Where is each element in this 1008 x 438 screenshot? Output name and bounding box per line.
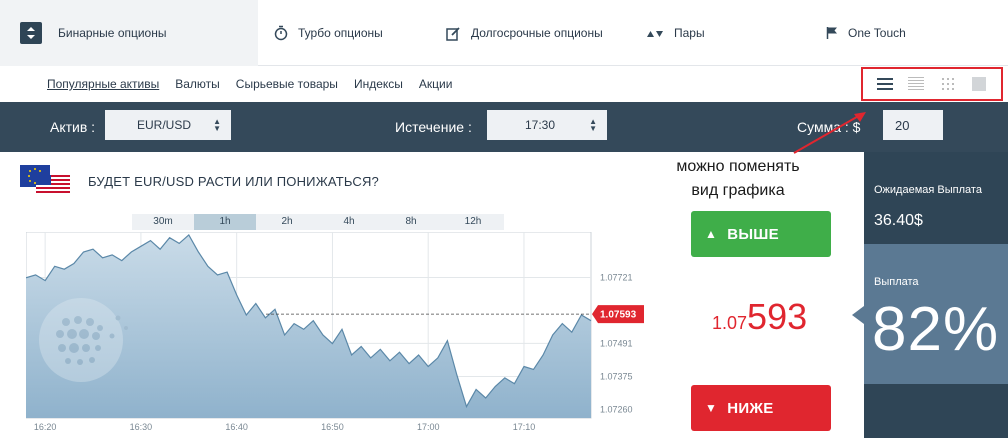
current-price-tag: 1.07593 <box>592 305 644 324</box>
x-tick-label: 16:50 <box>321 422 344 432</box>
payout-value: 82% <box>872 295 1000 364</box>
asset-select-value: EUR/USD <box>137 118 192 132</box>
annotation-line-1: можно поменять <box>676 158 800 175</box>
stopwatch-icon <box>274 25 288 41</box>
expected-payout-panel: Ожидаемая Выплата 36.40$ <box>864 152 1008 244</box>
expiry-label: Истечение : <box>395 119 472 135</box>
subnav-commodities[interactable]: Сырьевые товары <box>236 77 338 91</box>
top-nav: Бинарные опционы Турбо опционы Долгосроч… <box>0 0 1008 66</box>
triangle-down-icon: ▼ <box>705 401 718 415</box>
price-chart: 1.07260 1.07375 1.07491 1.07721 16:20 16:30 1… <box>26 232 644 432</box>
tab-label: Бинарные опционы <box>58 26 167 40</box>
triangle-up-down-icon <box>646 28 664 38</box>
payout-panel-footer <box>864 384 1008 438</box>
chart-view-switcher <box>861 67 1003 101</box>
x-tick-label: 16:30 <box>130 422 153 432</box>
flag-icon <box>826 26 838 40</box>
up-down-arrows-icon <box>20 22 42 44</box>
view-list-icon[interactable] <box>876 76 893 92</box>
current-price-tag-text: 1.07593 <box>600 310 637 321</box>
current-price-display: 1.07593 <box>712 296 807 338</box>
expected-payout-label: Ожидаемая Выплата <box>874 184 982 196</box>
tab-long-term-options[interactable]: Долгосрочные опционы <box>446 0 630 66</box>
timeframe-tabs: 30m 1h 2h 4h 8h 12h <box>132 214 504 230</box>
subnav-indices[interactable]: Индексы <box>354 77 403 91</box>
amount-input-value: 20 <box>895 117 910 133</box>
put-button-label: НИЖЕ <box>727 399 774 417</box>
amount-input[interactable]: 20 <box>883 110 943 140</box>
asset-label: Актив : <box>50 119 96 135</box>
tab-turbo-options[interactable]: Турбо опционы <box>258 0 446 66</box>
y-tick-label: 1.07721 <box>600 272 633 282</box>
asset-select[interactable]: EUR/USD ▲ ▼ <box>105 110 231 140</box>
subnav-popular-assets[interactable]: Популярные активы <box>47 77 159 91</box>
annotation-note: можно поменять вид графика <box>648 155 828 203</box>
triangle-up-icon: ▲ <box>705 227 718 241</box>
asset-category-nav: Популярные активы Валюты Сырьевые товары… <box>0 66 1008 102</box>
timeframe-8h[interactable]: 8h <box>380 214 442 230</box>
call-button[interactable]: ▲ ВЫШЕ <box>691 211 831 257</box>
subnav-stocks[interactable]: Акции <box>419 77 453 91</box>
x-tick-label: 17:10 <box>513 422 536 432</box>
expected-payout-value: 36.40$ <box>874 212 923 229</box>
payout-notch <box>852 306 864 324</box>
annotation-arrow-icon <box>793 112 866 154</box>
stepper-arrows-icon: ▲ ▼ <box>589 117 597 133</box>
eu-us-flag-icon <box>20 165 70 195</box>
call-button-label: ВЫШЕ <box>727 225 779 243</box>
tab-binary-options[interactable]: Бинарные опционы <box>0 0 258 66</box>
price-main: 593 <box>747 296 808 337</box>
timeframe-1h[interactable]: 1h <box>194 214 256 230</box>
payout-label: Выплата <box>874 276 919 288</box>
timeframe-2h[interactable]: 2h <box>256 214 318 230</box>
tab-one-touch[interactable]: One Touch <box>826 0 1008 66</box>
view-grid-icon[interactable] <box>940 76 956 92</box>
annotation-line-2: вид графика <box>691 182 785 199</box>
timeframe-4h[interactable]: 4h <box>318 214 380 230</box>
x-tick-label: 17:00 <box>417 422 440 432</box>
subnav-currencies[interactable]: Валюты <box>175 77 220 91</box>
tab-pairs[interactable]: Пары <box>630 0 826 66</box>
x-tick-label: 16:20 <box>34 422 57 432</box>
timeframe-30m[interactable]: 30m <box>132 214 194 230</box>
view-single-icon[interactable] <box>971 76 987 92</box>
tab-label: One Touch <box>848 26 906 40</box>
view-compact-list-icon[interactable] <box>908 76 925 92</box>
expiry-select-value: 17:30 <box>525 118 556 132</box>
y-tick-label: 1.07260 <box>600 404 633 414</box>
expiry-select[interactable]: 17:30 ▲ ▼ <box>487 110 607 140</box>
put-button[interactable]: ▼ НИЖЕ <box>691 385 831 431</box>
payout-panel: Выплата 82% <box>864 244 1008 384</box>
y-tick-label: 1.07491 <box>600 338 633 348</box>
tab-label: Пары <box>674 26 705 40</box>
price-prefix: 1.07 <box>712 313 748 333</box>
timeframe-12h[interactable]: 12h <box>442 214 504 230</box>
x-tick-label: 16:40 <box>225 422 248 432</box>
trade-question: БУДЕТ EUR/USD РАСТИ ИЛИ ПОНИЖАТЬСЯ? <box>88 174 379 189</box>
y-tick-label: 1.07375 <box>600 372 633 382</box>
edit-icon <box>446 26 461 41</box>
tab-label: Турбо опционы <box>298 26 383 40</box>
stepper-arrows-icon: ▲ ▼ <box>213 117 221 133</box>
tab-label: Долгосрочные опционы <box>471 26 603 40</box>
